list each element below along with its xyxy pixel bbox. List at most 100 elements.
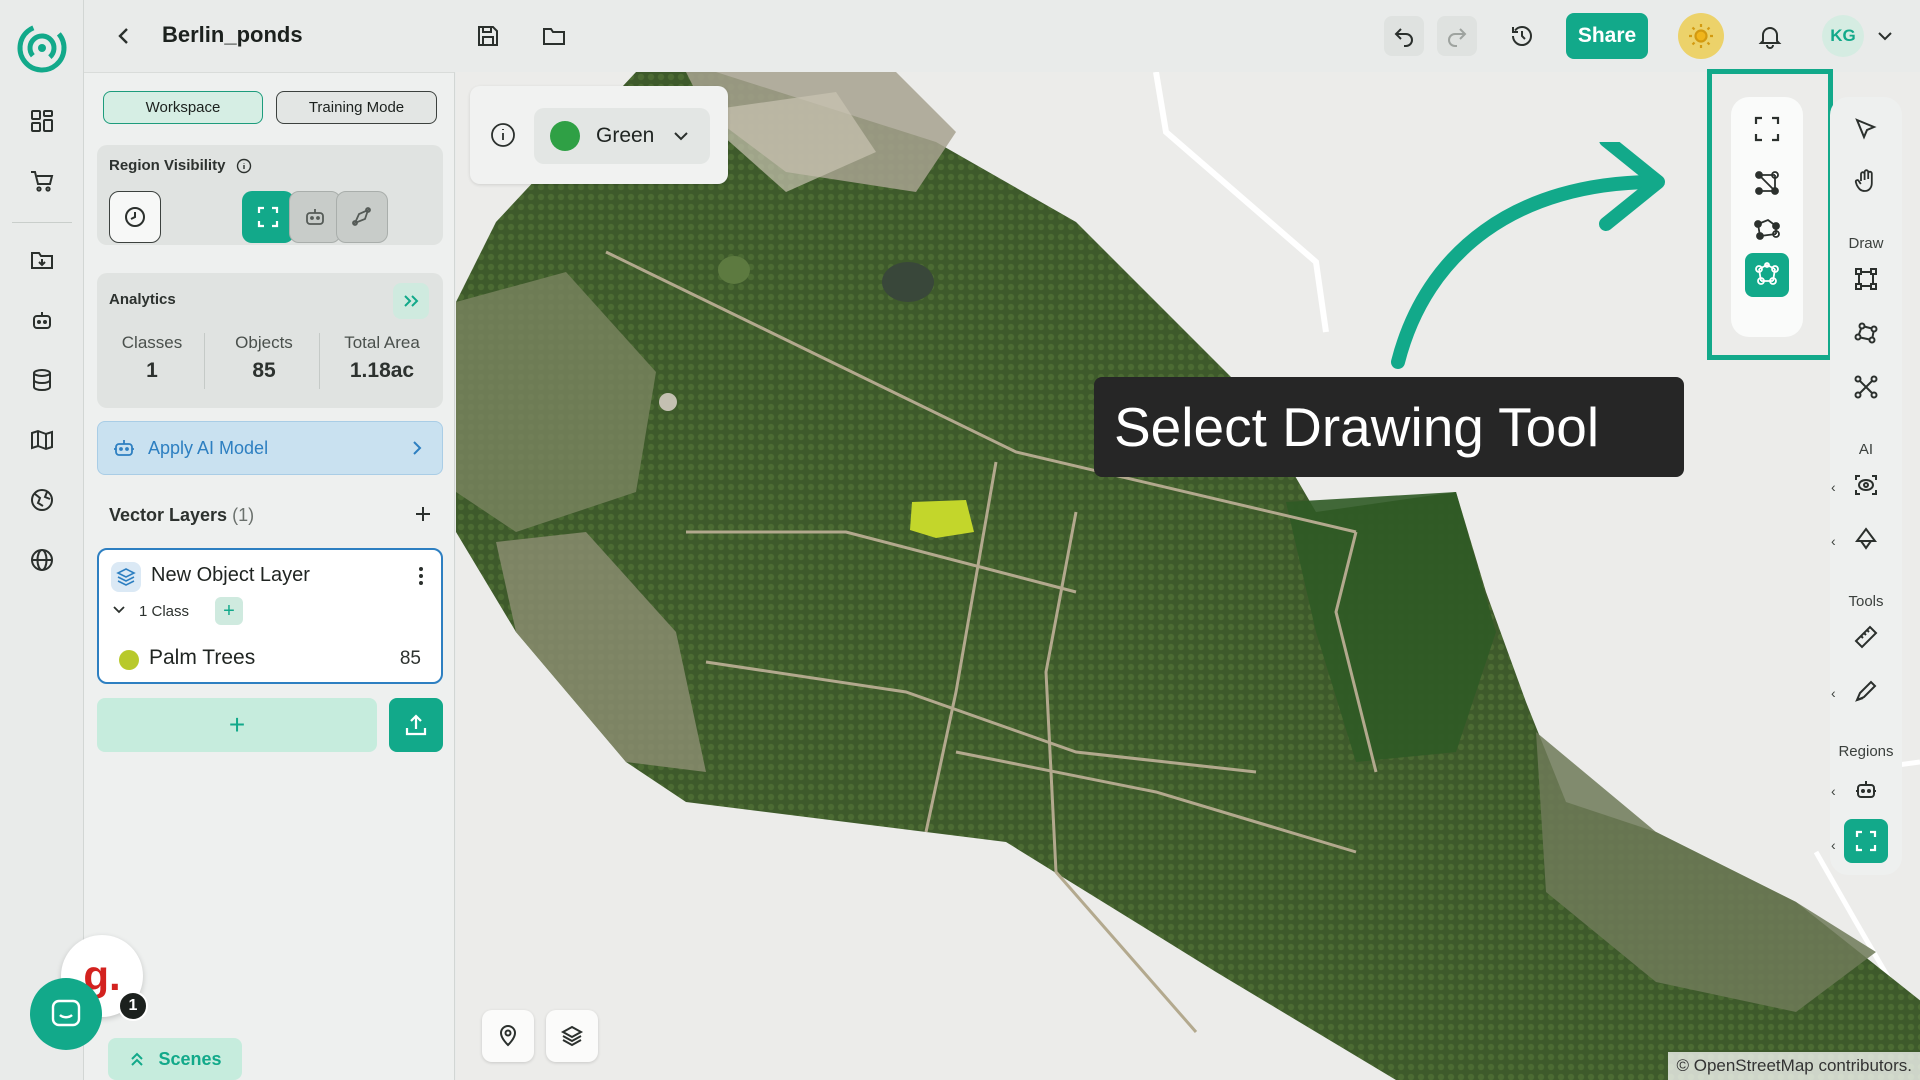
draw-points-icon[interactable] [1844,365,1888,409]
expand-left-chevron-icon[interactable]: ‹ [1831,479,1836,495]
account-chevron-down-icon[interactable] [1872,16,1898,56]
region-visibility-card: Region Visibility [97,145,443,245]
expand-left-chevron-icon[interactable]: ‹ [1831,837,1836,853]
layer-name[interactable]: New Object Layer [151,564,310,587]
collapse-chevron-down-icon[interactable] [111,602,127,618]
visibility-clock-icon[interactable] [109,191,161,243]
draw-box-frame-icon[interactable] [1745,107,1789,151]
dashboard-icon[interactable] [22,101,62,141]
theme-toggle-sun-icon[interactable] [1678,13,1724,59]
stat-divider [204,333,205,389]
chevron-down-icon [672,127,690,145]
tutorial-arrow-icon [1391,142,1665,369]
draw-polygon-nodes-icon[interactable] [1745,253,1789,297]
apply-ai-model-label: Apply AI Model [148,437,269,458]
apply-ai-model-button[interactable]: Apply AI Model [97,421,443,475]
pen-icon[interactable] [1844,669,1888,713]
class-count: 1 Class [139,603,190,620]
map-canvas[interactable]: Green Select Drawing Tool © OpenStreetMa… [456,72,1920,1080]
expand-double-chevron-icon[interactable] [393,283,429,319]
draw-rectangle-nodes-icon[interactable] [1745,161,1789,205]
class-color-dot [119,650,139,670]
orthomosaic-image [456,72,1920,1080]
band-selector-panel: Green [470,86,728,184]
history-icon[interactable] [1502,16,1542,56]
info-icon[interactable] [488,120,518,150]
select-pointer-icon[interactable] [1844,107,1888,151]
map-attribution[interactable]: © OpenStreetMap contributors. [1668,1052,1920,1080]
ruler-icon[interactable] [1844,615,1888,659]
undo-icon[interactable] [1384,16,1424,56]
globe-icon[interactable] [22,540,62,580]
location-pin-icon[interactable] [482,1010,534,1062]
back-chevron-icon[interactable] [104,16,144,56]
stat-total-area: Total Area 1.18ac [323,333,441,383]
chevron-right-icon [408,439,426,457]
region-frame-icon[interactable] [1844,819,1888,863]
visibility-region-frame-icon[interactable] [242,191,294,243]
folder-icon[interactable] [534,16,574,56]
map-icon[interactable] [22,420,62,460]
globe-grid-icon[interactable] [22,480,62,520]
draw-polyline-nodes-icon[interactable] [1745,207,1789,251]
stat-label: Classes [121,333,183,352]
scenes-button[interactable]: Scenes [108,1038,242,1080]
robot-icon[interactable] [22,300,62,340]
region-robot-icon[interactable] [1844,767,1888,811]
draw-polygon-icon[interactable] [1844,311,1888,355]
draw-rectangle-icon[interactable] [1844,257,1888,301]
more-vertical-icon[interactable] [409,562,433,590]
stat-value: 1 [146,359,158,382]
ai-robot-icon [112,436,136,460]
expand-left-chevron-icon[interactable]: ‹ [1831,533,1836,549]
stat-value: 1.18ac [349,359,415,382]
tutorial-tooltip: Select Drawing Tool [1094,377,1684,477]
add-layer-button[interactable]: + [97,698,377,752]
share-button[interactable]: Share [1566,13,1648,59]
folder-download-icon[interactable] [22,240,62,280]
regions-section-label: Regions [1838,743,1894,760]
class-name[interactable]: Palm Trees [149,646,255,670]
workspace-tab[interactable]: Workspace [103,91,263,124]
redo-icon[interactable] [1437,16,1477,56]
top-bar: Berlin_ponds Share KG [84,0,1920,72]
draw-section-label: Draw [1848,235,1884,252]
stat-label: Objects [235,333,293,352]
double-chevron-up-icon [131,1052,144,1066]
project-title: Berlin_ponds [162,22,303,47]
expand-left-chevron-icon[interactable]: ‹ [1831,685,1836,701]
app-logo[interactable] [16,22,68,74]
chat-launcher-icon[interactable] [30,978,102,1050]
visibility-polygon-icon[interactable] [336,191,388,243]
chat-notification-badge: 1 [118,991,148,1021]
stat-divider [319,333,320,389]
visibility-robot-icon[interactable] [289,191,341,243]
layers-stack-icon[interactable] [546,1010,598,1062]
draw-tool-flyout [1731,97,1803,337]
stat-label: Total Area [344,333,420,352]
info-icon[interactable] [236,158,252,174]
band-dropdown[interactable]: Green [534,108,710,164]
save-icon[interactable] [468,16,508,56]
training-mode-tab[interactable]: Training Mode [276,91,437,124]
upload-export-icon[interactable] [389,698,443,752]
stat-value: 85 [252,359,276,382]
cart-icon[interactable] [22,161,62,201]
side-panel: Workspace Training Mode Region Visibilit… [84,72,455,1080]
class-object-count: 85 [399,648,421,669]
stat-objects: Objects 85 [209,333,319,383]
vector-layers-label: Vector Layers [109,505,228,525]
user-avatar[interactable]: KG [1822,15,1864,57]
database-icon[interactable] [22,360,62,400]
add-vector-layer-plus-icon[interactable] [406,497,440,531]
layers-icon [111,562,141,592]
ai-detect-eye-icon[interactable] [1844,463,1888,507]
vector-layer-card[interactable]: New Object Layer 1 Class + Palm Trees 85 [97,548,443,684]
region-visibility-title: Region Visibility [109,157,252,174]
pan-hand-icon[interactable] [1844,159,1888,203]
add-class-plus-icon[interactable]: + [215,597,243,625]
bell-icon[interactable] [1750,16,1790,56]
ai-segment-icon[interactable] [1844,517,1888,561]
expand-left-chevron-icon[interactable]: ‹ [1831,783,1836,799]
scenes-label: Scenes [158,1048,222,1069]
